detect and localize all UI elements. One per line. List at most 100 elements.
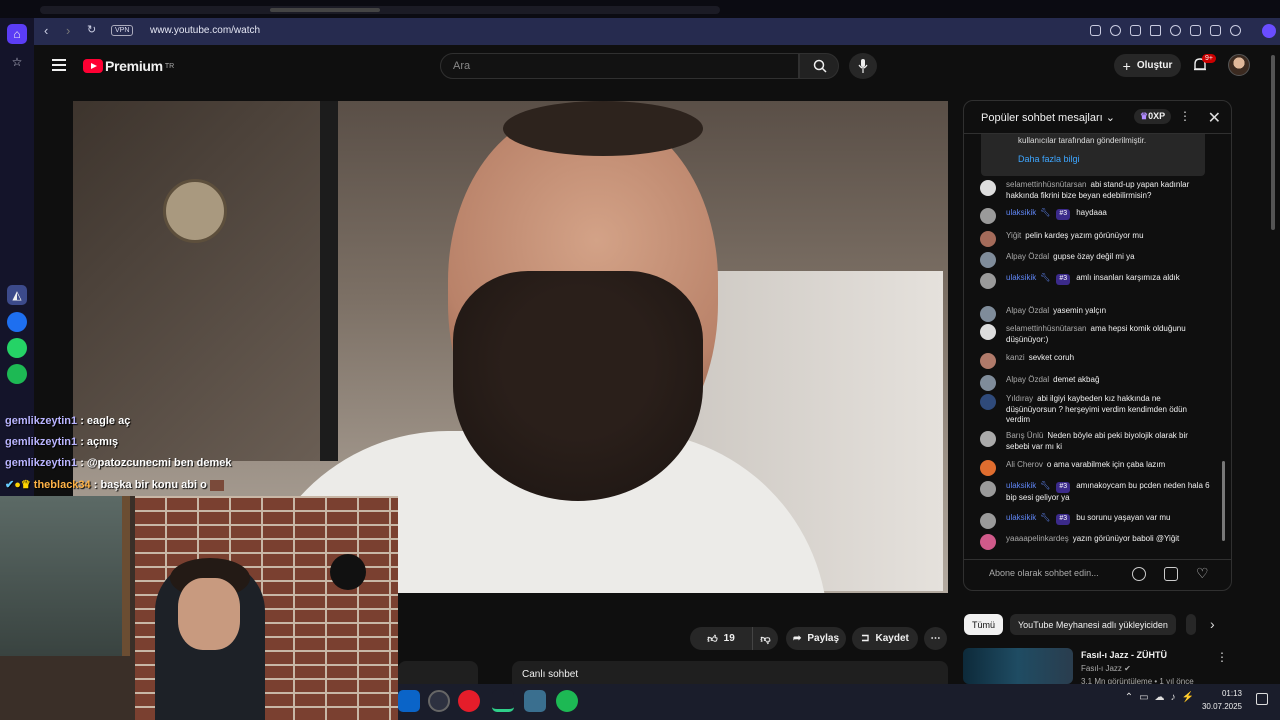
download-icon[interactable] — [1190, 25, 1201, 36]
emoji-icon[interactable] — [1132, 567, 1146, 581]
recommended-video[interactable]: Fasıl-ı Jazz - ZÜHTÜ Fasıl-ı Jazz ✔ 3,1 … — [963, 648, 1232, 686]
chat-author-avatar[interactable] — [980, 273, 996, 289]
vpn-badge[interactable]: VPN — [111, 25, 134, 36]
chat-message: yaaaapelinkardeş yazın görünüyor baboli @… — [980, 534, 1210, 550]
save-button[interactable]: ⊐ Kaydet — [852, 627, 918, 650]
youtube-logo[interactable]: Premium TR — [83, 58, 174, 74]
chat-author[interactable]: Alpay Özdal — [1006, 375, 1049, 384]
notification-center-icon[interactable] — [1256, 693, 1268, 705]
chat-author[interactable]: kanzi — [1006, 353, 1025, 362]
search-input[interactable]: Ara — [440, 53, 799, 79]
live-chat-label: Canlı sohbet — [522, 669, 579, 680]
messenger-icon[interactable] — [7, 312, 27, 332]
chat-text: pelin kardeş yazım görünüyor mu — [1025, 231, 1144, 240]
chat-author[interactable]: Barış Ünlü — [1006, 431, 1043, 440]
spotify-icon[interactable] — [556, 690, 578, 712]
recommendation-channel: Fasıl-ı Jazz ✔ — [1081, 664, 1131, 673]
more-icon[interactable]: ⋮ — [1179, 109, 1191, 123]
notes-icon[interactable] — [524, 690, 546, 712]
chat-author[interactable]: Alpay Özdal — [1006, 306, 1049, 315]
whatsapp-icon[interactable] — [7, 338, 27, 358]
avatar[interactable] — [1228, 54, 1250, 76]
profile-icon[interactable] — [1230, 25, 1241, 36]
app-icon[interactable]: ◭ — [7, 285, 27, 305]
chat-author-avatar[interactable] — [980, 306, 996, 322]
more-icon[interactable]: ⋮ — [1216, 650, 1228, 664]
chat-author[interactable]: Yiğit — [1006, 231, 1021, 240]
chat-author-avatar[interactable] — [980, 252, 996, 268]
chat-input-placeholder: Abone olarak sohbet edin... — [989, 568, 1099, 578]
home-icon[interactable]: ⌂ — [7, 24, 27, 44]
more-actions-button[interactable]: ⋯ — [924, 627, 947, 650]
chat-author-avatar[interactable] — [980, 180, 996, 196]
chat-author-avatar[interactable] — [980, 513, 996, 529]
shield-icon[interactable] — [1130, 25, 1141, 36]
close-icon[interactable]: ✕ — [1208, 108, 1221, 128]
chat-rank-badge: #3 — [1056, 482, 1071, 493]
chat-author[interactable]: ulaksikik — [1006, 481, 1036, 490]
create-button[interactable]: + Oluştur — [1114, 54, 1181, 77]
chat-author[interactable]: ulaksikik — [1006, 208, 1036, 217]
heart-icon[interactable]: ♡ — [1196, 565, 1209, 582]
outlook-icon[interactable] — [398, 690, 420, 712]
reload-icon[interactable]: ↻ — [87, 23, 96, 36]
heart-icon[interactable] — [1170, 25, 1181, 36]
star-icon[interactable]: ☆ — [7, 52, 27, 72]
notification-badge: 9+ — [1202, 54, 1216, 63]
chat-author-avatar[interactable] — [980, 231, 996, 247]
obs-icon[interactable] — [428, 690, 450, 712]
chat-author[interactable]: selamettinhüsnütarsan — [1006, 324, 1087, 333]
video-thumbnail[interactable] — [963, 648, 1073, 684]
chat-author-avatar[interactable] — [980, 208, 996, 224]
chip-uploader[interactable]: YouTube Meyhanesi adlı yükleyiciden — [1010, 614, 1176, 635]
system-tray[interactable]: ⌃▭☁♪⚡ — [1125, 692, 1200, 703]
xp-badge[interactable]: ♛0XP — [1134, 109, 1172, 124]
page-scrollbar[interactable] — [1271, 55, 1275, 230]
spotify-icon[interactable] — [7, 364, 27, 384]
learn-more-link[interactable]: Daha fazla bilgi — [1018, 154, 1080, 164]
opera-icon[interactable] — [458, 690, 480, 712]
chat-author[interactable]: Yıldıray — [1006, 394, 1033, 403]
terminal-icon[interactable] — [492, 690, 514, 712]
chat-input[interactable]: Abone olarak sohbet edin... ♡ — [964, 559, 1231, 590]
chip-all[interactable]: Tümü — [964, 614, 1004, 635]
voice-search-button[interactable] — [849, 53, 877, 79]
chat-author-avatar[interactable] — [980, 375, 996, 391]
chat-author[interactable]: ulaksikik — [1006, 273, 1036, 282]
chat-author[interactable]: selamettinhüsnütarsan — [1006, 180, 1087, 189]
forward-icon[interactable]: › — [66, 23, 70, 38]
share-button[interactable]: ➦ Paylaş — [786, 627, 846, 650]
camera-icon[interactable] — [1110, 25, 1121, 36]
youtube-play-icon — [83, 59, 103, 73]
chat-author[interactable]: ulaksikik — [1006, 513, 1036, 522]
opera-ai-icon[interactable] — [1262, 24, 1276, 38]
chat-author-avatar[interactable] — [980, 324, 996, 340]
taskbar-clock[interactable]: 01:13 30.07.2025 — [1202, 687, 1242, 713]
hamburger-menu-icon[interactable] — [52, 59, 66, 71]
url-text[interactable]: www.youtube.com/watch — [150, 25, 260, 36]
menu-icon[interactable] — [1210, 25, 1221, 36]
play-icon[interactable] — [1150, 25, 1161, 36]
chat-author-avatar[interactable] — [980, 394, 996, 410]
chat-author-avatar[interactable] — [980, 534, 996, 550]
chat-mode-dropdown[interactable]: Popüler sohbet mesajları ⌄ — [981, 111, 1115, 124]
chat-author[interactable]: Alpay Özdal — [1006, 252, 1049, 261]
back-icon[interactable]: ‹ — [44, 23, 48, 38]
chat-author[interactable]: yaaaapelinkardeş — [1006, 534, 1069, 543]
chat-author-avatar[interactable] — [980, 460, 996, 476]
chip-more[interactable] — [1186, 614, 1196, 635]
dislike-button[interactable]: 👎︎ — [752, 627, 778, 650]
chat-author-avatar[interactable] — [980, 431, 996, 447]
like-count: 19 — [723, 633, 735, 644]
search-button[interactable] — [799, 53, 839, 79]
chat-author[interactable]: Ali Cherov — [1006, 460, 1043, 469]
super-chat-icon[interactable] — [1164, 567, 1178, 581]
chat-author-avatar[interactable] — [980, 353, 996, 369]
like-button[interactable]: 👍︎ 19 — [690, 627, 752, 650]
chat-text: sevket coruh — [1028, 353, 1075, 362]
chat-scrollbar[interactable] — [1222, 461, 1225, 541]
chat-author-avatar[interactable] — [980, 481, 996, 497]
chevron-right-icon[interactable]: › — [1210, 616, 1215, 632]
overlay-chat-line: gemlikzeytin1 : açmış — [5, 436, 119, 448]
edit-icon[interactable] — [1090, 25, 1101, 36]
